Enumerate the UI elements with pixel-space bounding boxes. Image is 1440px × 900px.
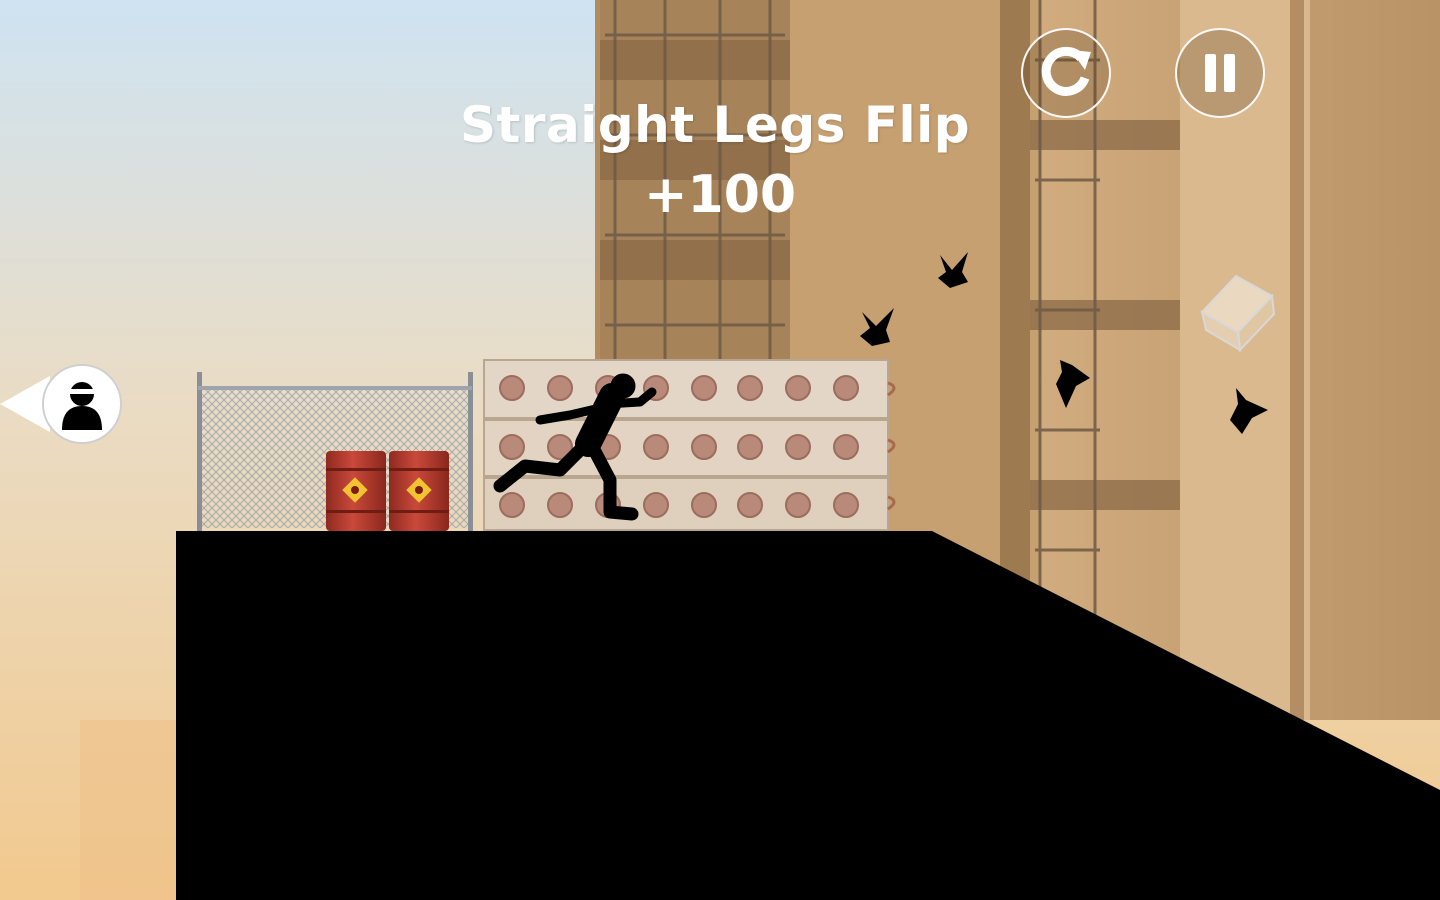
trick-name-text: Straight Legs Flip <box>459 96 971 154</box>
distant-building <box>80 720 190 900</box>
pause-button[interactable] <box>1175 28 1265 118</box>
fuel-barrel <box>326 451 386 531</box>
pause-icon <box>1205 54 1235 92</box>
restart-icon <box>1041 46 1091 96</box>
chaser-indicator <box>0 362 126 448</box>
restart-button[interactable] <box>1021 28 1111 118</box>
trick-points-text: +100 <box>643 165 797 225</box>
concrete-slab-stack <box>483 359 896 531</box>
fuel-barrel <box>389 451 449 531</box>
